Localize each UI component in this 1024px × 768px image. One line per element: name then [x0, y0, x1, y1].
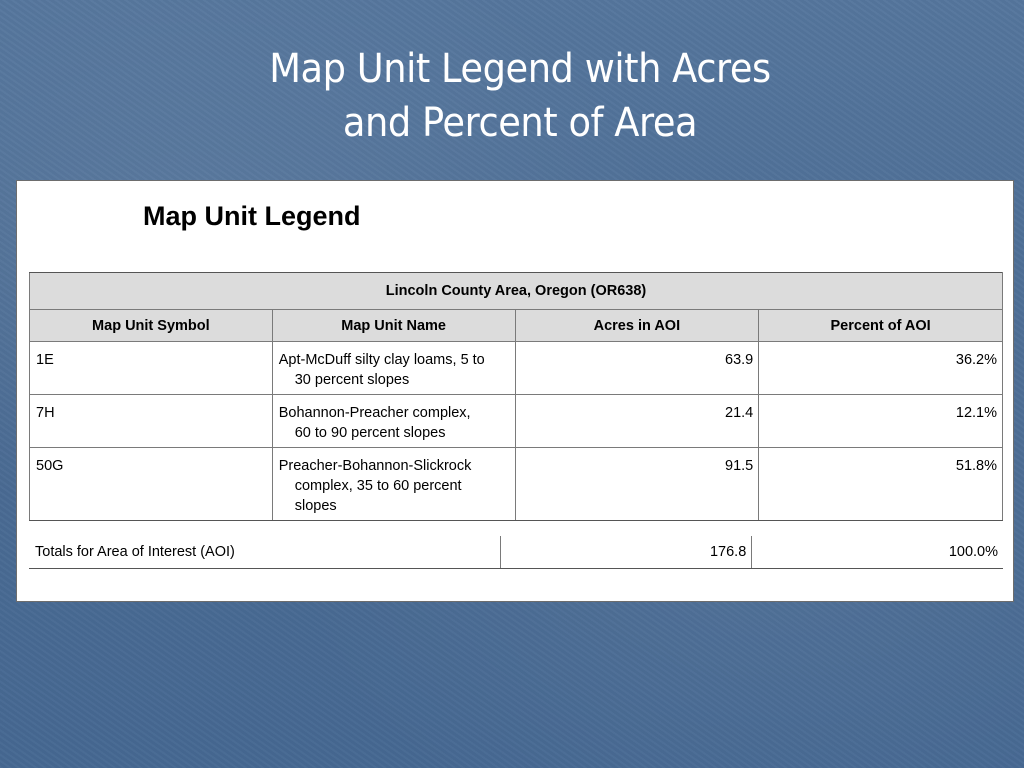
map-unit-name: Preacher-Bohannon-Slickrock complex, 35 … — [271, 447, 516, 521]
table-row: 1E Apt-McDuff silty clay loams, 5 to 30 … — [29, 341, 1003, 395]
map-unit-name-line: complex, 35 to 60 percent — [294, 478, 462, 494]
legend-panel: Map Unit Legend Lincoln County Area, Ore… — [16, 180, 1014, 602]
column-header-row: Map Unit Symbol Map Unit Name Acres in A… — [29, 309, 1003, 342]
map-unit-symbol: 50G — [29, 447, 273, 521]
map-unit-name-line: Preacher-Bohannon-Slickrock — [278, 458, 472, 474]
map-unit-name: Apt-McDuff silty clay loams, 5 to 30 per… — [271, 341, 516, 395]
acres-in-aoi: 21.4 — [514, 394, 760, 448]
map-unit-name-line: 30 percent slopes — [294, 372, 410, 388]
column-header-symbol: Map Unit Symbol — [29, 309, 273, 342]
map-unit-legend-table: Lincoln County Area, Oregon (OR638) Map … — [29, 272, 1003, 521]
map-unit-name-line: Apt-McDuff silty clay loams, 5 to — [278, 352, 485, 368]
slide-title-line-1: Map Unit Legend with Acres — [269, 46, 771, 92]
map-unit-name: Bohannon-Preacher complex, 60 to 90 perc… — [271, 394, 516, 448]
acres-in-aoi: 63.9 — [514, 341, 760, 395]
column-header-name: Map Unit Name — [271, 309, 516, 342]
column-header-acres: Acres in AOI — [514, 309, 760, 342]
slide-title: Map Unit Legend with Acres and Percent o… — [42, 42, 999, 150]
totals-percent: 100.0% — [751, 536, 1003, 569]
totals-acres: 176.8 — [500, 536, 753, 569]
acres-in-aoi: 91.5 — [514, 447, 760, 521]
map-unit-symbol: 7H — [29, 394, 273, 448]
map-unit-name-line: Bohannon-Preacher complex, — [278, 405, 471, 421]
totals-table: Totals for Area of Interest (AOI) 176.8 … — [29, 536, 1003, 569]
map-unit-name-line: slopes — [294, 498, 337, 514]
totals-label: Totals for Area of Interest (AOI) — [29, 536, 502, 569]
legend-heading: Map Unit Legend — [143, 201, 361, 231]
slide-title-line-2: and Percent of Area — [342, 100, 698, 146]
table-row: 50G Preacher-Bohannon-Slickrock complex,… — [29, 447, 1003, 521]
map-unit-name-line: 60 to 90 percent slopes — [294, 425, 446, 441]
percent-of-aoi: 36.2% — [758, 341, 1003, 395]
map-unit-symbol: 1E — [29, 341, 273, 395]
column-header-percent: Percent of AOI — [758, 309, 1003, 342]
percent-of-aoi: 12.1% — [758, 394, 1003, 448]
table-row: 7H Bohannon-Preacher complex, 60 to 90 p… — [29, 394, 1003, 448]
percent-of-aoi: 51.8% — [758, 447, 1003, 521]
totals-row: Totals for Area of Interest (AOI) 176.8 … — [29, 536, 1003, 569]
area-name-header: Lincoln County Area, Oregon (OR638) — [29, 272, 1003, 310]
